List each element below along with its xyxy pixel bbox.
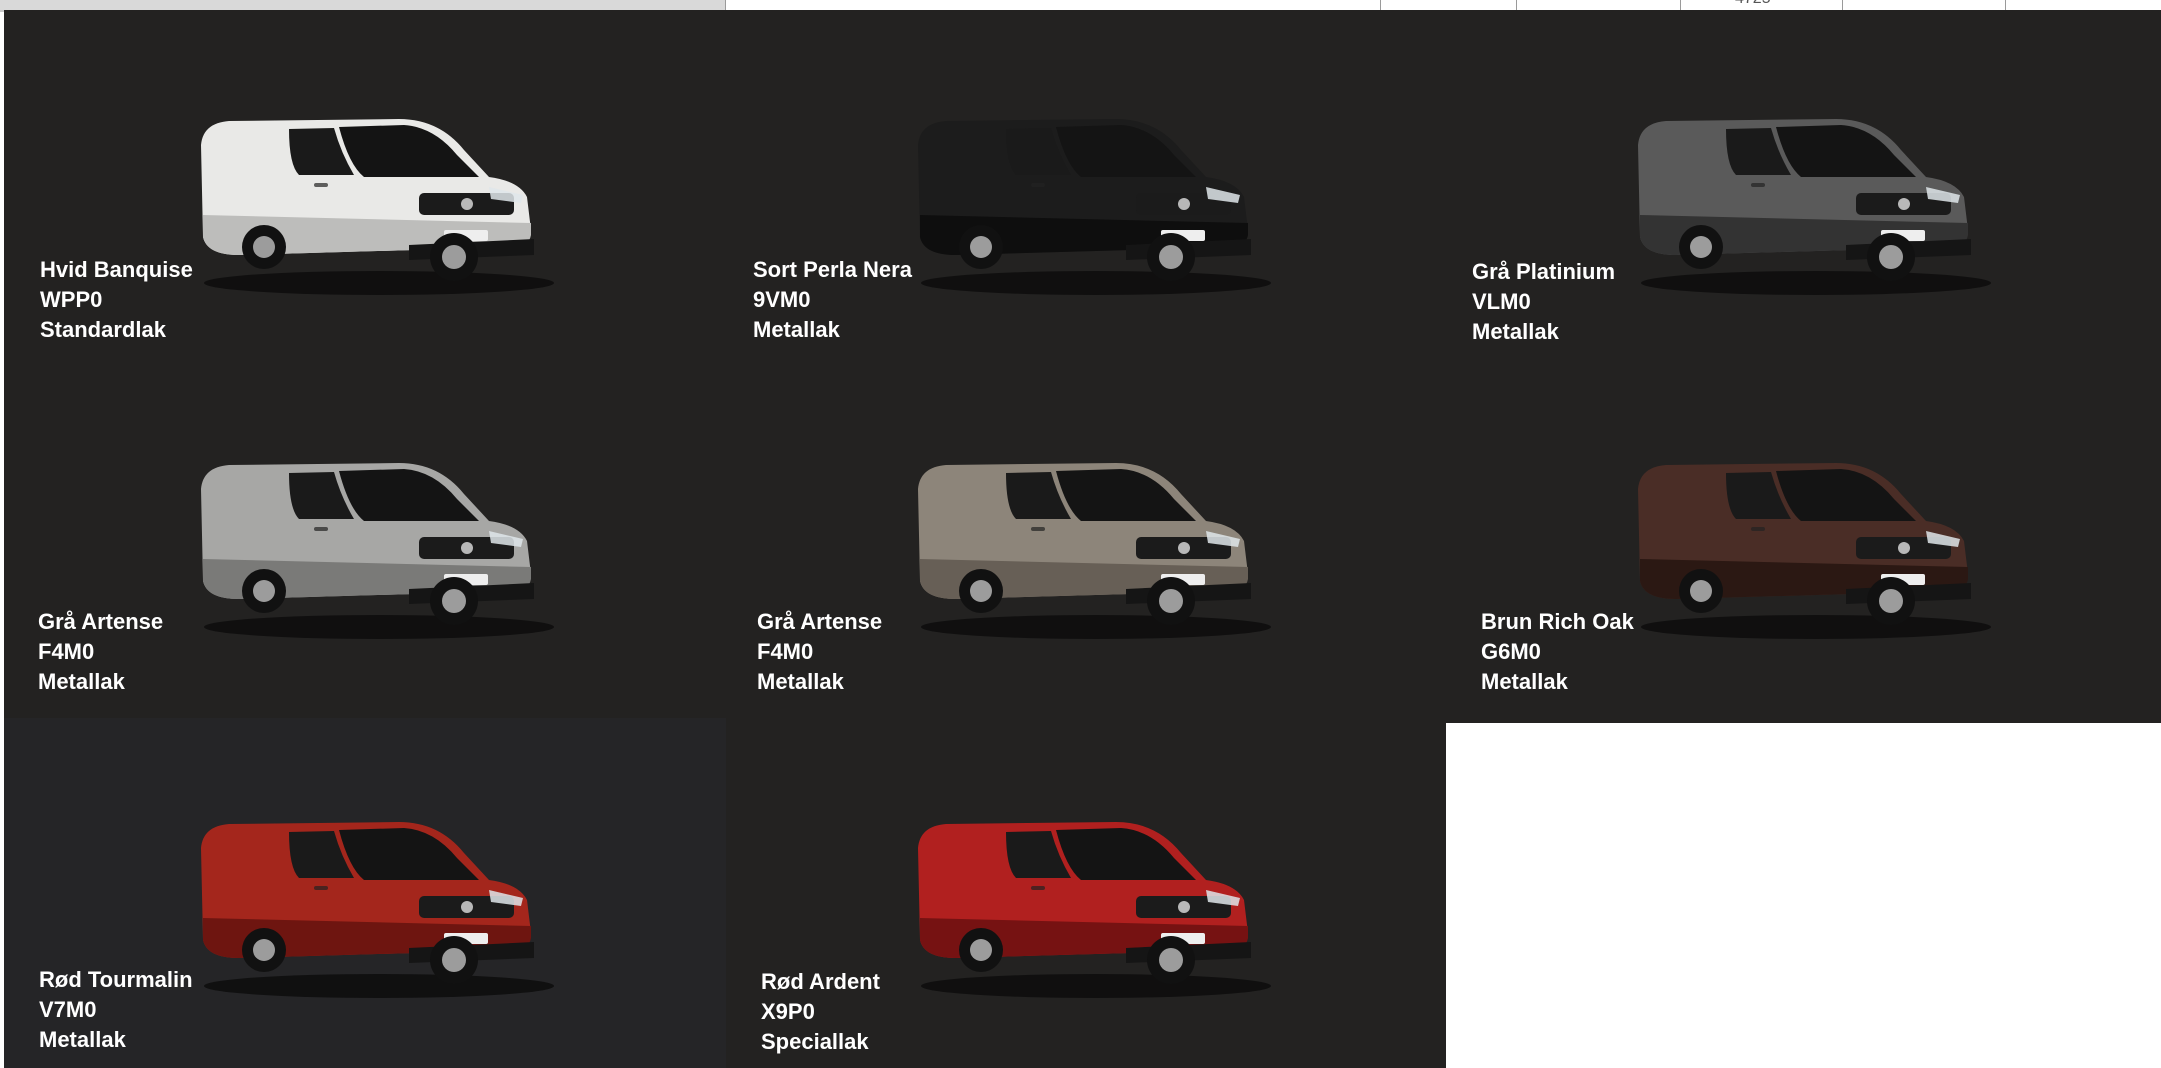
color-swatch-tile: Grå Artense F4M0 Metallak — [726, 354, 1446, 718]
divider — [1680, 0, 1681, 10]
color-code: F4M0 — [757, 639, 814, 664]
divider — [1380, 0, 1381, 10]
van-image — [201, 822, 554, 998]
paint-finish: Metallak — [757, 669, 844, 694]
color-code: F4M0 — [38, 639, 95, 664]
van-image — [918, 822, 1271, 998]
color-code: VLM0 — [1472, 289, 1531, 314]
swatch-label: Rød Ardent X9P0 Speciallak — [761, 967, 880, 1057]
color-swatch-tile: Grå Artense F4M0 Metallak — [4, 354, 726, 718]
paint-finish: Metallak — [39, 1027, 126, 1052]
swatch-label: Grå Artense F4M0 Metallak — [38, 607, 163, 697]
van-image — [918, 463, 1271, 639]
color-swatch-tile: Sort Perla Nera 9VM0 Metallak — [726, 10, 1446, 354]
header-number-fragment: 4725 — [1735, 0, 1771, 8]
color-name: Rød Tourmalin — [39, 967, 193, 992]
color-code: V7M0 — [39, 997, 97, 1022]
color-name: Grå Platinium — [1472, 259, 1616, 284]
swatch-label: Hvid Banquise WPP0 Standardlak — [40, 255, 193, 345]
color-swatch-tile: Hvid Banquise WPP0 Standardlak — [4, 10, 726, 354]
divider — [725, 0, 726, 10]
color-name: Grå Artense — [757, 609, 883, 634]
divider — [1842, 0, 1843, 10]
swatch-label: Sort Perla Nera 9VM0 Metallak — [753, 255, 912, 345]
color-swatch-tile: Rød Ardent X9P0 Speciallak — [726, 718, 1446, 1068]
van-image — [201, 119, 554, 295]
divider — [2005, 0, 2006, 10]
color-code: 9VM0 — [753, 287, 811, 312]
swatch-label: Grå Artense F4M0 Metallak — [757, 607, 882, 697]
color-swatch-tile: Rød Tourmalin V7M0 Metallak — [4, 718, 726, 1068]
swatch-label: Grå Platinium VLM0 Metallak — [1472, 257, 1615, 347]
paint-finish: Metallak — [753, 317, 840, 342]
color-code: G6M0 — [1481, 639, 1541, 664]
color-name: Brun Rich Oak — [1481, 609, 1634, 634]
paint-finish: Speciallak — [761, 1029, 869, 1054]
color-name: Sort Perla Nera — [753, 257, 912, 282]
color-name: Grå Artense — [38, 609, 164, 634]
swatch-label: Brun Rich Oak G6M0 Metallak — [1481, 607, 1634, 697]
van-image — [1638, 463, 1991, 639]
van-image — [918, 119, 1271, 295]
paint-finish: Standardlak — [40, 317, 166, 342]
table-cell — [0, 0, 725, 10]
color-swatch-tile: Grå Platinium VLM0 Metallak — [1446, 10, 2161, 354]
color-code: WPP0 — [40, 287, 103, 312]
paint-finish: Metallak — [1481, 669, 1568, 694]
paint-finish: Metallak — [1472, 319, 1559, 344]
van-image — [1638, 119, 1991, 295]
color-code: X9P0 — [761, 999, 815, 1024]
color-name: Hvid Banquise — [40, 257, 193, 282]
divider — [1516, 0, 1517, 10]
paint-finish: Metallak — [38, 669, 125, 694]
color-name: Rød Ardent — [761, 969, 880, 994]
van-image — [201, 463, 554, 639]
swatch-label: Rød Tourmalin V7M0 Metallak — [39, 965, 193, 1055]
color-swatch-tile: Brun Rich Oak G6M0 Metallak — [1446, 354, 2161, 723]
